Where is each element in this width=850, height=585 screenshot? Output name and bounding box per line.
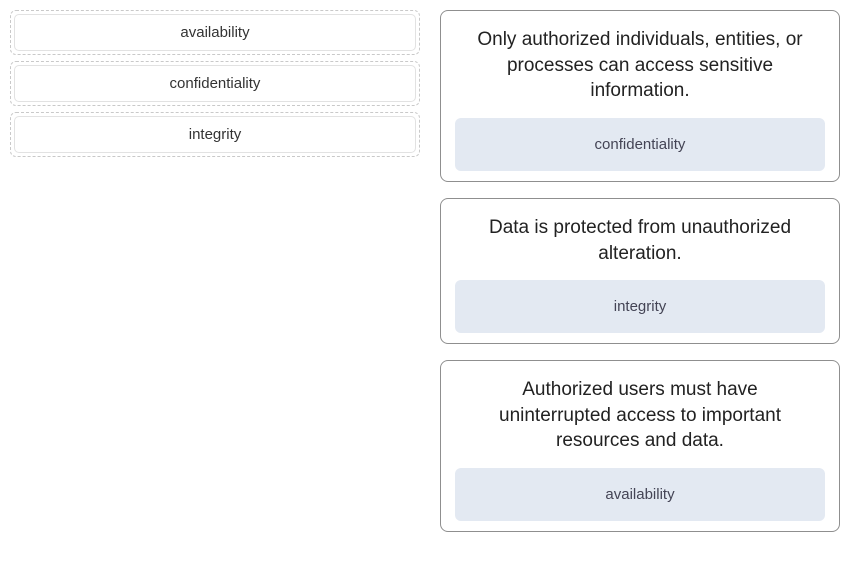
drag-item[interactable]: integrity	[10, 112, 420, 157]
definition-card: Authorized users must have uninterrupted…	[440, 360, 840, 532]
drop-slot-answer: availability	[605, 486, 674, 503]
drag-item[interactable]: availability	[10, 10, 420, 55]
drag-item-label: confidentiality	[14, 65, 416, 102]
definition-card: Only authorized individuals, entities, o…	[440, 10, 840, 182]
definition-text: Data is protected from unauthorized alte…	[455, 211, 825, 280]
drag-item[interactable]: confidentiality	[10, 61, 420, 106]
definition-text: Only authorized individuals, entities, o…	[455, 23, 825, 118]
drop-slot[interactable]: integrity	[455, 280, 825, 333]
definitions-column: Only authorized individuals, entities, o…	[440, 10, 840, 532]
drag-item-label: integrity	[14, 116, 416, 153]
definition-card: Data is protected from unauthorized alte…	[440, 198, 840, 344]
drop-slot-answer: confidentiality	[595, 136, 686, 153]
definition-text: Authorized users must have uninterrupted…	[455, 373, 825, 468]
drop-slot[interactable]: confidentiality	[455, 118, 825, 171]
drop-slot[interactable]: availability	[455, 468, 825, 521]
source-terms-column: availability confidentiality integrity	[10, 10, 420, 532]
drag-item-label: availability	[14, 14, 416, 51]
matching-exercise: availability confidentiality integrity O…	[10, 10, 840, 532]
drop-slot-answer: integrity	[614, 298, 667, 315]
